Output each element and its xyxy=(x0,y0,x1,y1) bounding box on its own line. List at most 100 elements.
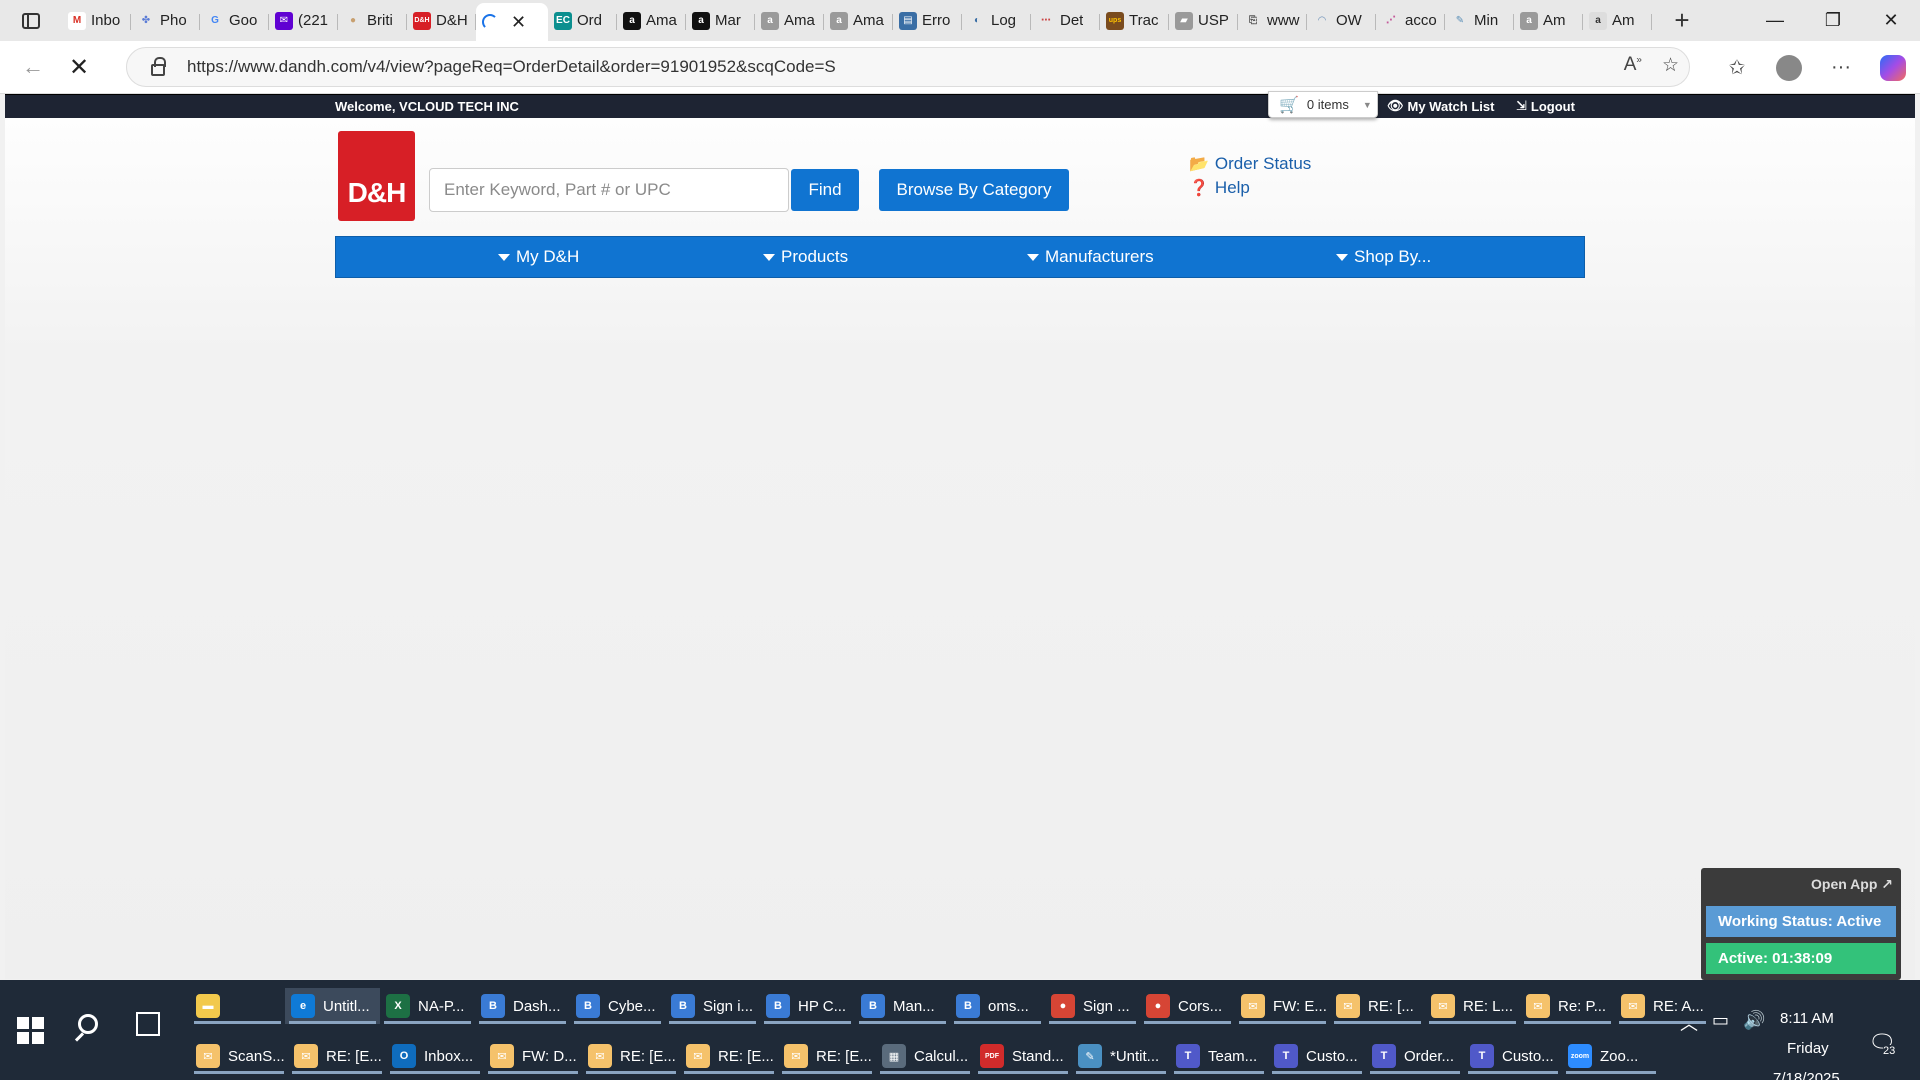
more-menu-icon[interactable]: ··· xyxy=(1824,51,1858,85)
taskbar-app-button[interactable]: ✉ RE: [... xyxy=(1330,988,1425,1024)
taskbar-app-label: Stand... xyxy=(1012,1047,1064,1065)
nav-shop-by[interactable]: Shop By... xyxy=(1336,247,1431,267)
taskbar-app-button[interactable]: B Dash... xyxy=(475,988,570,1024)
order-status-link[interactable]: 📂 Order Status xyxy=(1189,154,1311,174)
browser-tab[interactable]: a Ama xyxy=(824,4,893,38)
taskbar-app-button[interactable]: B Man... xyxy=(855,988,950,1024)
taskbar-app-button[interactable]: T Team... xyxy=(1170,1038,1268,1074)
browser-tab[interactable]: EC Ord xyxy=(548,4,617,38)
taskbar-app-button[interactable]: ▬ xyxy=(190,988,285,1024)
caret-down-icon xyxy=(763,253,775,261)
dh-logo[interactable]: D&H xyxy=(338,131,415,221)
taskbar-app-button[interactable]: B HP C... xyxy=(760,988,855,1024)
taskbar-app-button[interactable]: ✉ RE: [E... xyxy=(778,1038,876,1074)
taskbar-app-button[interactable]: T Order... xyxy=(1366,1038,1464,1074)
taskbar-app-button[interactable]: e Untitl... xyxy=(285,988,380,1024)
logout-link[interactable]: ⇲ Logout xyxy=(1516,98,1575,114)
restore-button[interactable]: ❐ xyxy=(1804,0,1862,41)
browser-tab[interactable]: ✕ xyxy=(476,3,548,41)
browser-tab[interactable]: ⎘ www xyxy=(1238,4,1307,38)
taskbar-app-button[interactable]: PDF Stand... xyxy=(974,1038,1072,1074)
favicon-icon: a xyxy=(830,11,848,30)
browser-tab[interactable]: ▰ USP xyxy=(1169,4,1238,38)
taskbar-app-button[interactable]: ✉ ScanS... xyxy=(190,1038,288,1074)
favorite-star-icon[interactable]: ☆ xyxy=(1662,54,1679,77)
browser-tab[interactable]: ▤ Erro xyxy=(893,4,962,38)
taskbar-app-button[interactable]: ✉ RE: [E... xyxy=(288,1038,386,1074)
browser-tab[interactable]: a Ama xyxy=(617,4,686,38)
copilot-icon[interactable] xyxy=(1876,51,1910,85)
read-aloud-icon[interactable]: A» xyxy=(1624,54,1642,77)
browser-tab[interactable]: ● Briti xyxy=(338,4,407,38)
tab-title: Ama xyxy=(784,12,815,29)
browser-tab[interactable]: G Goo xyxy=(200,4,269,38)
favicon-icon: ✉ xyxy=(275,11,293,30)
browser-tab[interactable]: a Mar xyxy=(686,4,755,38)
browser-tab[interactable]: ✤ Pho xyxy=(131,4,200,38)
task-view-icon[interactable] xyxy=(136,1012,160,1036)
taskbar-app-button[interactable]: ✉ RE: L... xyxy=(1425,988,1520,1024)
close-window-button[interactable]: ✕ xyxy=(1862,0,1920,41)
search-icon[interactable] xyxy=(70,1008,110,1048)
browse-by-category-button[interactable]: Browse By Category xyxy=(879,169,1069,211)
taskbar-app-button[interactable]: X NA-P... xyxy=(380,988,475,1024)
url-text[interactable]: https://www.dandh.com/v4/view?pageReq=Or… xyxy=(187,57,836,77)
clock-date[interactable]: 7/18/2025 xyxy=(1773,1070,1840,1080)
taskbar-app-button[interactable]: O Inbox... xyxy=(386,1038,484,1074)
clock-day[interactable]: Friday xyxy=(1787,1040,1829,1057)
tab-actions-button[interactable] xyxy=(0,0,62,41)
browser-tab[interactable]: ◠ OW xyxy=(1307,4,1376,38)
app-icon: B xyxy=(481,994,505,1018)
taskbar-app-button[interactable]: ✉ FW: D... xyxy=(484,1038,582,1074)
taskbar-app-button[interactable]: Boms... xyxy=(950,988,1045,1024)
nav-products[interactable]: Products xyxy=(763,247,848,267)
tab-title: acco xyxy=(1405,12,1437,29)
taskbar-app-button[interactable]: ● Cors... xyxy=(1140,988,1235,1024)
taskbar-app-button[interactable]: ● Sign ... xyxy=(1045,988,1140,1024)
profile-button[interactable] xyxy=(1772,51,1806,85)
close-tab-icon[interactable]: ✕ xyxy=(511,12,526,33)
show-hidden-icons-chevron-icon[interactable]: ︿ xyxy=(1680,1010,1698,1036)
tab-title: Am xyxy=(1543,12,1566,29)
taskbar-app-button[interactable]: ✉ RE: [E... xyxy=(582,1038,680,1074)
browser-tab[interactable]: ⋯ Det xyxy=(1031,4,1100,38)
taskbar-app-button[interactable]: ▦ Calcul... xyxy=(876,1038,974,1074)
taskbar-app-button[interactable]: T Custo... xyxy=(1268,1038,1366,1074)
taskbar-app-button[interactable]: B Sign i... xyxy=(665,988,760,1024)
taskbar-app-button[interactable]: ✉ Re: P... xyxy=(1520,988,1615,1024)
cart-dropdown[interactable]: 🛒 0 items ▼ xyxy=(1268,91,1378,118)
browser-tab[interactable]: ⋰ acco xyxy=(1376,4,1445,38)
nav-manufacturers[interactable]: Manufacturers xyxy=(1027,247,1154,267)
browser-tab[interactable]: M Inbo xyxy=(62,4,131,38)
url-field[interactable]: https://www.dandh.com/v4/view?pageReq=Or… xyxy=(126,47,1690,87)
taskbar-app-button[interactable]: ✉ RE: [E... xyxy=(680,1038,778,1074)
browser-tab[interactable]: ✎ Min xyxy=(1445,4,1514,38)
browser-tab[interactable]: ◐ Log xyxy=(962,4,1031,38)
search-input[interactable] xyxy=(429,168,789,212)
start-button[interactable] xyxy=(10,1010,50,1050)
browser-tab[interactable]: ups Trac xyxy=(1100,4,1169,38)
minimize-button[interactable]: — xyxy=(1746,0,1804,41)
browser-tab[interactable]: ✉ (221 xyxy=(269,4,338,38)
help-link[interactable]: ❓ Help xyxy=(1189,178,1250,198)
open-app-link[interactable]: Open App ↗ xyxy=(1811,876,1893,893)
browser-tab[interactable]: a Am xyxy=(1583,4,1652,38)
taskbar-app-button[interactable]: zoom Zoo... xyxy=(1562,1038,1660,1074)
taskbar-app-button[interactable]: T Custo... xyxy=(1464,1038,1562,1074)
nav-my-dh[interactable]: My D&H xyxy=(498,247,579,267)
favorites-icon[interactable]: ✩ xyxy=(1720,51,1754,85)
back-button[interactable]: ← xyxy=(12,47,54,87)
browser-tab[interactable]: D&H D&H xyxy=(407,4,476,38)
clock-time[interactable]: 8:11 AM xyxy=(1780,1010,1834,1027)
new-tab-button[interactable]: + xyxy=(1662,4,1702,38)
taskbar-app-button[interactable]: ✎ *Untit... xyxy=(1072,1038,1170,1074)
volume-icon[interactable]: 🔊 xyxy=(1743,1010,1765,1036)
watch-list-link[interactable]: 👁 My Watch List xyxy=(1387,98,1494,114)
taskbar-app-button[interactable]: B Cybe... xyxy=(570,988,665,1024)
find-button[interactable]: Find xyxy=(791,169,859,211)
battery-icon[interactable]: ▭ xyxy=(1712,1010,1729,1036)
browser-tab[interactable]: a Ama xyxy=(755,4,824,38)
stop-loading-button[interactable]: ✕ xyxy=(58,47,100,87)
taskbar-app-button[interactable]: ✉ FW: E... xyxy=(1235,988,1330,1024)
browser-tab[interactable]: a Am xyxy=(1514,4,1583,38)
